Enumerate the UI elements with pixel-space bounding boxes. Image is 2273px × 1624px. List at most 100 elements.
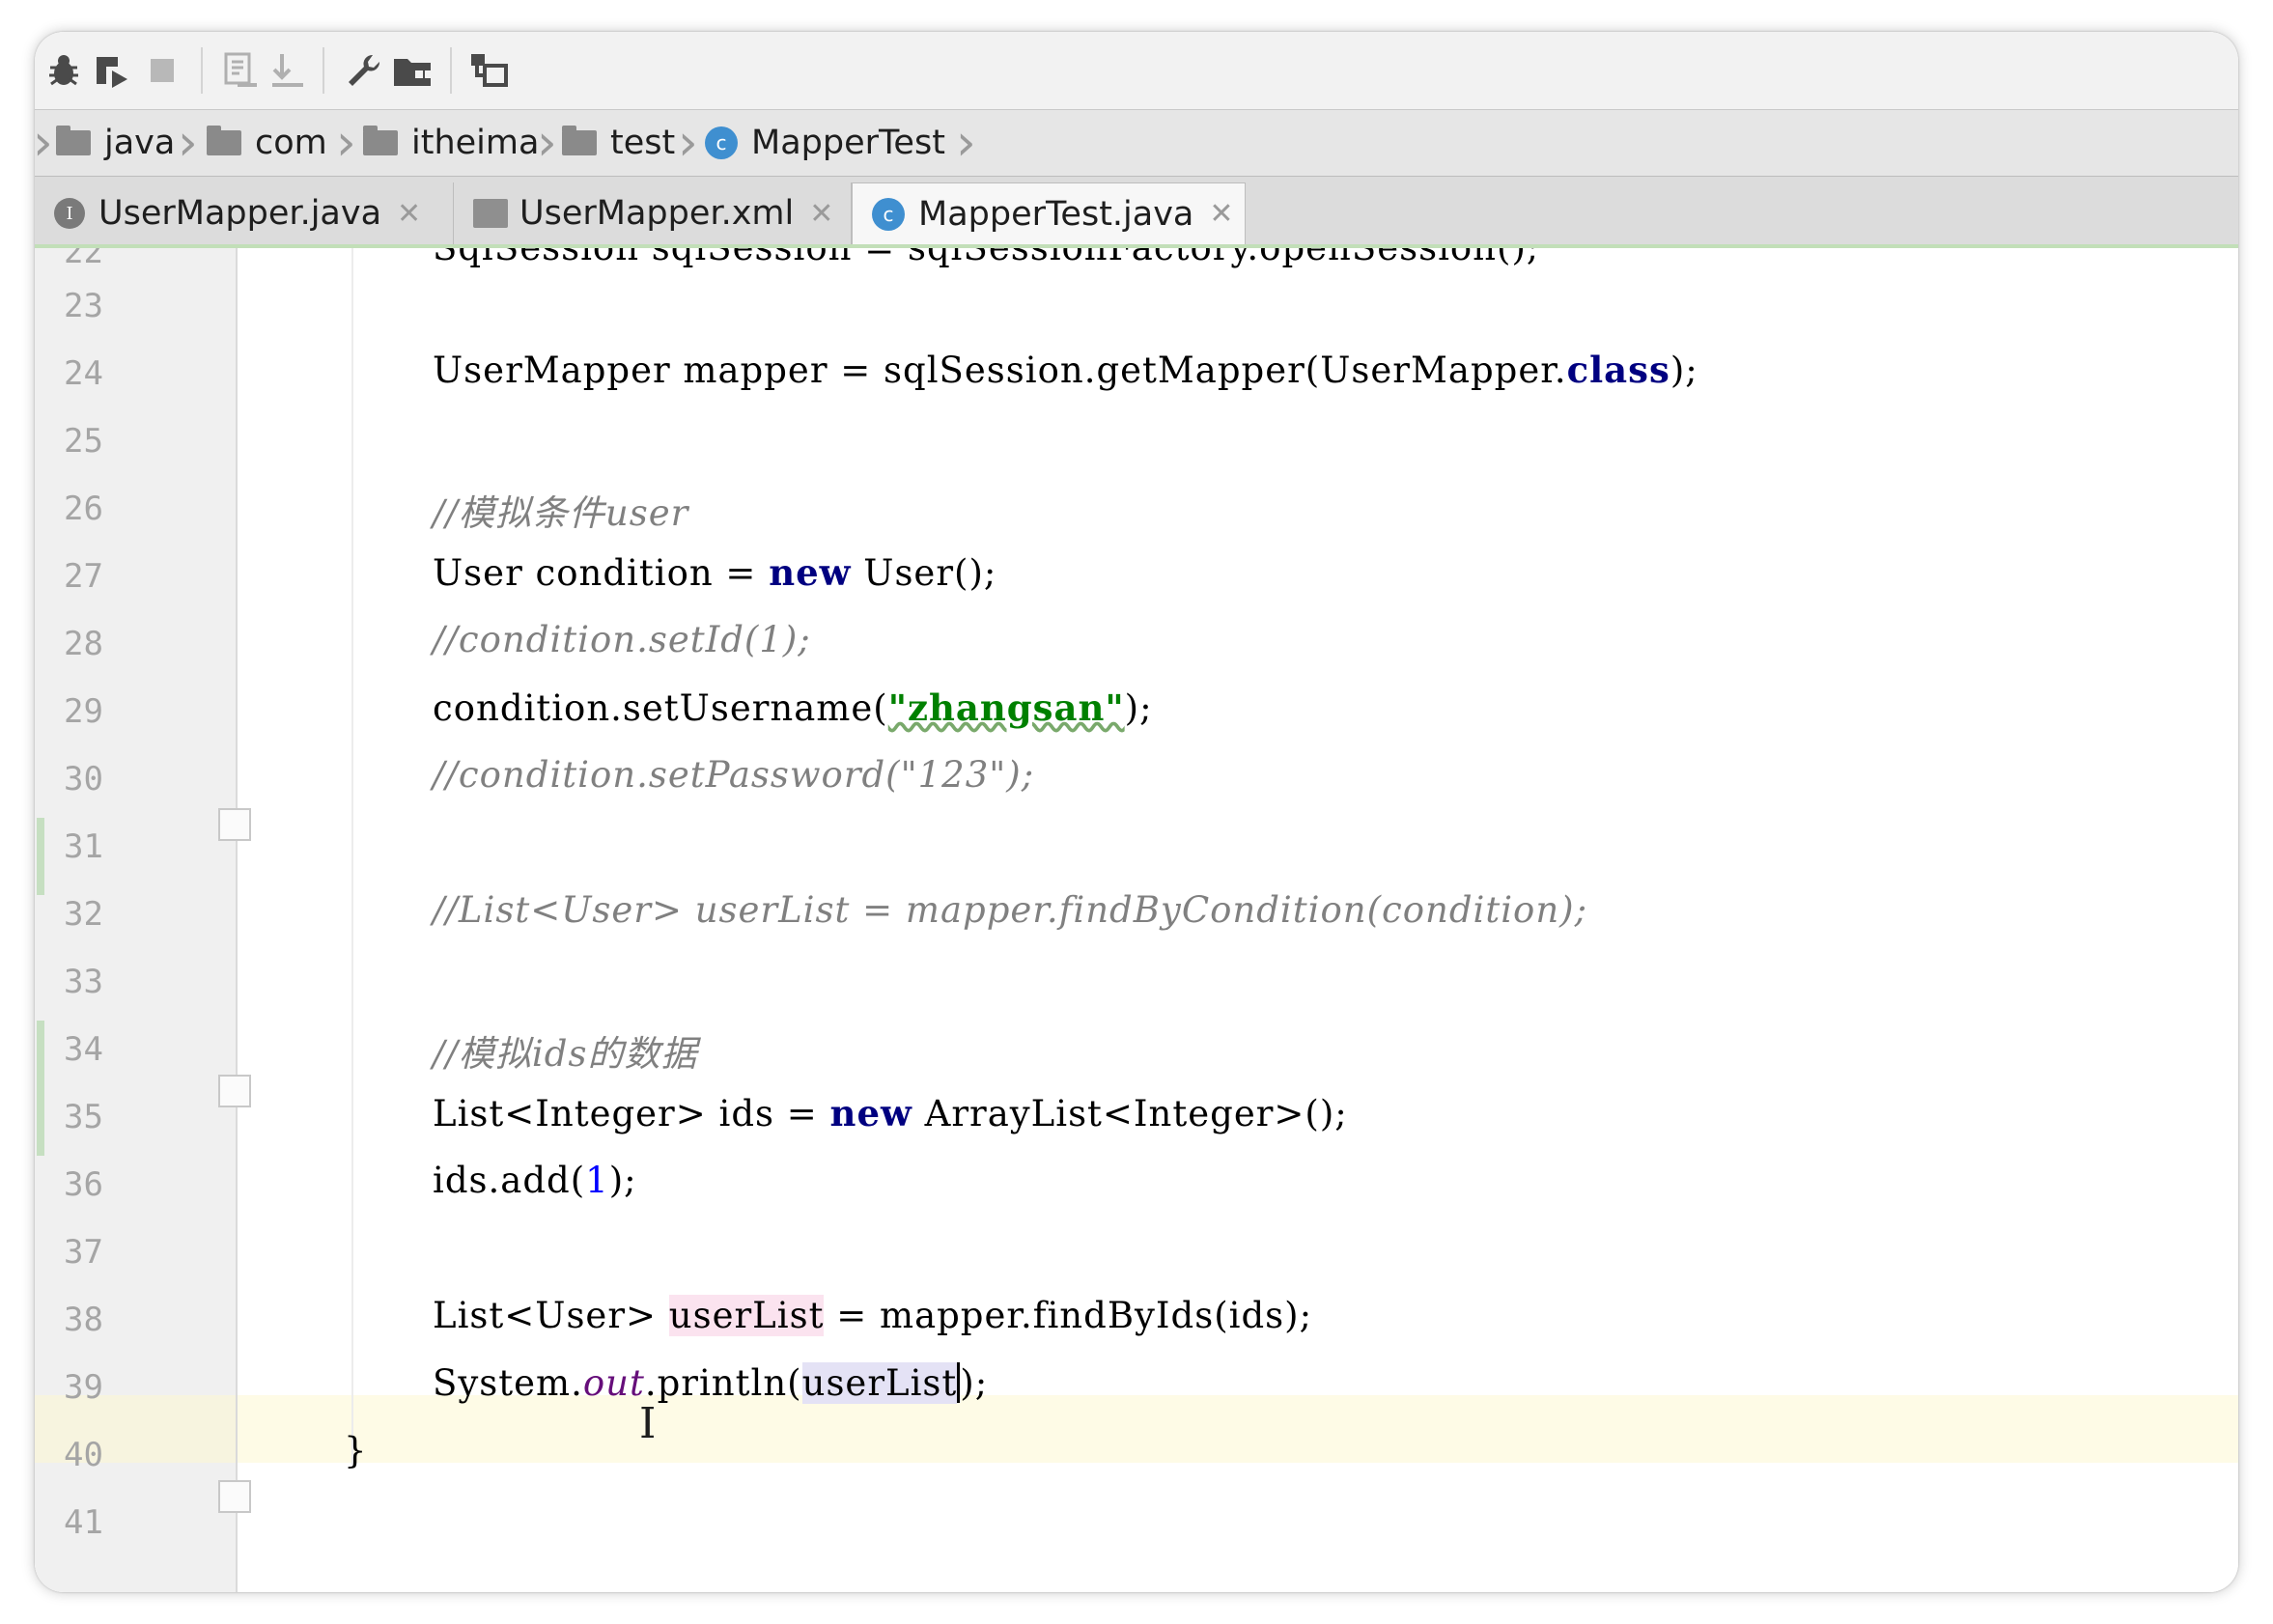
code-text: ); — [1670, 350, 1698, 391]
line-number: 22 — [64, 248, 103, 271]
tab-mappertest-java[interactable]: c MapperTest.java ✕ — [852, 182, 1246, 244]
breadcrumb-item-com[interactable]: com — [207, 110, 327, 176]
breadcrumb-separator-icon: › — [35, 114, 53, 172]
deploy-icon[interactable] — [267, 49, 309, 92]
tab-label: UserMapper.xml — [519, 194, 795, 233]
vcs-change-marker — [37, 1021, 44, 1156]
folder-icon — [562, 126, 597, 155]
code-line-24: UserMapper mapper = sqlSession.getMapper… — [433, 349, 1698, 391]
breadcrumb-item-itheima[interactable]: itheima — [363, 110, 539, 176]
breadcrumb-separator-icon: › — [178, 114, 198, 172]
breadcrumb-item-java[interactable]: java — [56, 110, 175, 176]
line-number: 26 — [64, 490, 103, 528]
code-line-32: //List<User> userList = mapper.findByCon… — [433, 889, 1588, 931]
line-number: 24 — [64, 354, 103, 393]
line-number: 37 — [64, 1233, 103, 1272]
code-text: .println( — [644, 1362, 802, 1404]
breadcrumb: › java › com › itheima › test › c Mapper… — [35, 110, 2238, 177]
code-keyword: new — [769, 551, 852, 594]
breadcrumb-separator-icon: › — [336, 114, 356, 172]
class-icon: c — [705, 126, 738, 159]
code-line-36: ids.add(1); — [433, 1160, 637, 1201]
line-number: 31 — [64, 827, 103, 866]
code-text: ids.add( — [433, 1160, 586, 1201]
breadcrumb-item-test[interactable]: test — [562, 110, 675, 176]
line-number: 29 — [64, 692, 103, 731]
tab-label: UserMapper.java — [98, 194, 382, 233]
breadcrumb-separator-icon: › — [678, 114, 698, 172]
line-number: 36 — [64, 1165, 103, 1204]
code-line-39: System.out.println(userList); — [433, 1362, 988, 1404]
breadcrumb-label: com — [255, 124, 327, 162]
breadcrumb-label: itheima — [411, 124, 540, 162]
line-number: 33 — [64, 963, 103, 1001]
ibeam-cursor-icon: I — [639, 1399, 657, 1448]
code-line-34: //模拟ids的数据 — [433, 1033, 698, 1075]
close-icon[interactable]: ✕ — [397, 197, 421, 231]
folder-icon — [363, 126, 398, 155]
code-line-30: //condition.setPassword("123"); — [433, 754, 1035, 796]
variable-usage-highlight: userList — [668, 1295, 825, 1336]
main-toolbar — [35, 32, 2238, 110]
breadcrumb-label: java — [104, 124, 176, 162]
ide-window: › java › com › itheima › test › c Mapper… — [35, 32, 2238, 1592]
line-number: 23 — [64, 287, 103, 325]
tab-label: MapperTest.java — [918, 194, 1194, 234]
bug-icon[interactable] — [42, 49, 85, 92]
line-number: 28 — [64, 625, 103, 663]
class-icon: c — [872, 197, 905, 231]
tab-usermapper-java[interactable]: I UserMapper.java ✕ — [35, 182, 454, 244]
build-icon[interactable] — [218, 49, 261, 92]
toolbar-separator — [450, 47, 452, 94]
breadcrumb-separator-icon: › — [537, 114, 557, 172]
editor-tab-bar: I UserMapper.java ✕ UserMapper.xml ✕ c M… — [35, 177, 2238, 248]
code-line-35: List<Integer> ids = new ArrayList<Intege… — [433, 1092, 1348, 1134]
line-number: 27 — [64, 557, 103, 596]
code-text: ); — [1124, 687, 1153, 729]
breadcrumb-separator-icon: › — [956, 114, 976, 172]
toolbar-separator — [201, 47, 203, 94]
code-text: List<User> — [433, 1295, 669, 1336]
close-icon[interactable]: ✕ — [809, 197, 833, 231]
code-text: ); — [960, 1362, 989, 1404]
code-text: User condition = — [433, 552, 770, 594]
line-number: 30 — [64, 760, 103, 798]
code-line-28: //condition.setId(1); — [433, 619, 811, 660]
code-text: = mapper.findByIds(ids); — [824, 1295, 1313, 1336]
breadcrumb-label: MapperTest — [751, 124, 945, 162]
indent-guide — [351, 248, 353, 1465]
folder-icon — [56, 126, 91, 155]
code-text: ); — [608, 1160, 637, 1201]
code-line-22: SqlSession sqlSession = sqlSessionFactor… — [433, 248, 1539, 268]
sdk-icon[interactable] — [467, 49, 510, 92]
fold-marker-icon[interactable] — [218, 1480, 251, 1513]
code-keyword: new — [829, 1092, 912, 1134]
code-text: ArrayList<Integer>(); — [912, 1093, 1348, 1134]
fold-marker-icon[interactable] — [218, 1075, 251, 1107]
project-structure-icon[interactable] — [392, 49, 435, 92]
breadcrumb-label: test — [610, 124, 676, 162]
line-number: 25 — [64, 422, 103, 461]
code-text: UserMapper mapper = sqlSession.getMapper… — [433, 350, 1567, 391]
code-text: System. — [433, 1362, 583, 1404]
fold-marker-icon[interactable] — [218, 808, 251, 841]
vcs-change-marker — [37, 818, 44, 895]
breadcrumb-item-mappertest[interactable]: c MapperTest — [705, 110, 945, 176]
line-number: 41 — [64, 1503, 103, 1542]
code-text: condition.setUsername( — [433, 687, 888, 729]
coverage-icon[interactable] — [91, 49, 133, 92]
code-text: List<Integer> ids = — [433, 1093, 830, 1134]
code-editor[interactable]: 22 23 24 25 26 27 28 29 30 31 32 33 34 3… — [35, 248, 2238, 1592]
stop-icon[interactable] — [141, 49, 183, 92]
close-icon[interactable]: ✕ — [1209, 197, 1233, 231]
code-number: 1 — [585, 1160, 609, 1201]
wrench-icon[interactable] — [342, 49, 384, 92]
line-number: 34 — [64, 1030, 103, 1069]
line-number: 38 — [64, 1301, 103, 1339]
code-static-field: out — [582, 1362, 645, 1404]
line-number: 40 — [64, 1436, 103, 1474]
folder-icon — [207, 126, 241, 155]
tab-usermapper-xml[interactable]: UserMapper.xml ✕ — [454, 182, 852, 244]
code-line-27: User condition = new User(); — [433, 551, 996, 594]
interface-icon: I — [54, 198, 85, 229]
